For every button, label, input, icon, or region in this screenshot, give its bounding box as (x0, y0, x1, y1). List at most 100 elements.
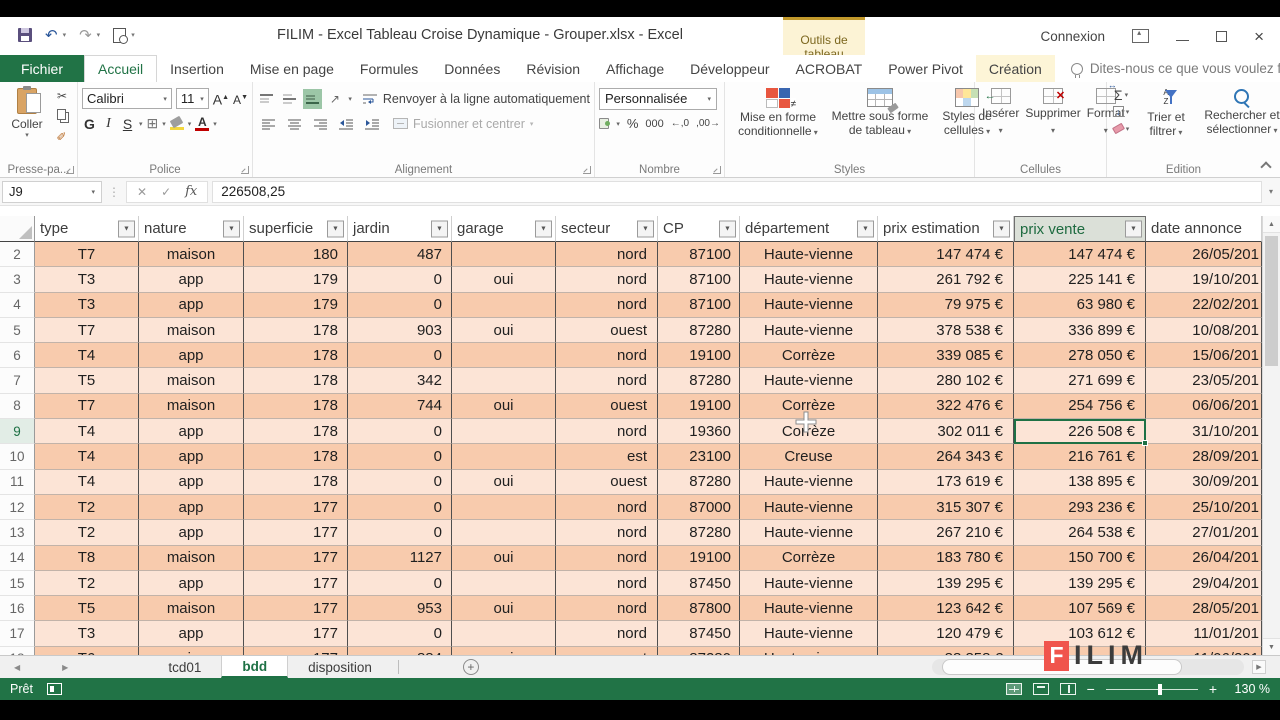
undo-button[interactable]: ↶ (45, 26, 58, 44)
find-select-button[interactable]: Rechercher et sélectionner (1197, 86, 1280, 138)
table-cell[interactable]: ouest (556, 646, 658, 655)
table-cell[interactable]: 177 (244, 621, 348, 647)
table-cell[interactable]: app (139, 469, 244, 495)
table-cell[interactable]: Haute-vienne (740, 570, 878, 597)
undo-caret-icon[interactable]: ▾ (63, 31, 67, 39)
align-right-button[interactable] (309, 114, 331, 134)
table-cell[interactable]: 87280 (658, 520, 740, 546)
tab-acrobat[interactable]: ACROBAT (783, 55, 876, 82)
table-cell[interactable] (452, 292, 556, 318)
table-cell[interactable]: 264 343 € (878, 444, 1014, 470)
table-cell[interactable]: maison (139, 545, 244, 571)
table-cell[interactable]: 23/05/201 (1146, 368, 1262, 394)
table-cell[interactable]: nord (556, 520, 658, 546)
percent-style-button[interactable]: % (627, 116, 639, 131)
table-cell[interactable]: 179 (244, 267, 348, 293)
tab-mise-en-page[interactable]: Mise en page (237, 55, 347, 82)
merge-center-button[interactable]: Fusionner et centrer ▾ (393, 117, 533, 131)
clipboard-dialog-launcher-icon[interactable] (66, 166, 74, 174)
underline-button[interactable]: S (120, 116, 135, 132)
table-cell[interactable]: 19100 (658, 545, 740, 571)
table-cell[interactable] (452, 368, 556, 394)
table-cell[interactable]: oui (452, 393, 556, 420)
tab-formules[interactable]: Formules (347, 55, 431, 82)
cancel-icon[interactable]: ✕ (137, 185, 147, 199)
table-cell[interactable]: 267 210 € (878, 520, 1014, 546)
table-cell[interactable]: 25/10/201 (1146, 494, 1262, 521)
column-header-prix-vente[interactable]: prix vente ▼ (1014, 216, 1146, 242)
table-cell[interactable]: 147 474 € (1014, 242, 1146, 268)
table-cell[interactable] (452, 419, 556, 445)
table-cell[interactable]: 226 508 € (1014, 419, 1148, 447)
table-cell[interactable]: 139 295 € (1014, 570, 1146, 597)
table-cell[interactable]: oui (452, 596, 556, 622)
column-header-département[interactable]: département ▼ (740, 216, 878, 242)
zoom-slider-thumb[interactable] (1157, 683, 1162, 695)
table-cell[interactable]: T2 (35, 570, 139, 597)
row-number[interactable]: 14 (0, 545, 35, 571)
table-cell[interactable]: 120 479 € (878, 621, 1014, 647)
table-cell[interactable]: 1127 (348, 545, 452, 571)
table-cell[interactable]: 178 (244, 317, 348, 344)
sheet-nav-left-icon[interactable]: ◀ (14, 663, 20, 672)
scroll-right-icon[interactable]: ▶ (1252, 660, 1266, 674)
table-cell[interactable]: 322 476 € (878, 393, 1014, 420)
table-cell[interactable]: 884 (348, 646, 452, 655)
table-cell[interactable]: 19100 (658, 343, 740, 369)
table-cell[interactable]: app (139, 292, 244, 318)
table-cell[interactable] (452, 242, 556, 268)
cut-button[interactable]: ✂ (52, 86, 72, 106)
column-header-garage[interactable]: garage ▼ (452, 216, 556, 242)
table-cell[interactable]: 280 102 € (878, 368, 1014, 394)
table-cell[interactable]: T4 (35, 419, 139, 445)
table-cell[interactable]: 06/06/201 (1146, 393, 1262, 420)
table-cell[interactable]: nord (556, 267, 658, 293)
tab-données[interactable]: Données (431, 55, 513, 82)
table-cell[interactable]: app (139, 520, 244, 546)
table-cell[interactable]: 19100 (658, 393, 740, 420)
borders-button[interactable]: ⊞ (147, 115, 159, 132)
align-left-button[interactable] (257, 114, 279, 134)
format-as-table-button[interactable]: Mettre sous forme de tableau (827, 86, 933, 139)
tab-révision[interactable]: Révision (513, 55, 593, 82)
table-cell[interactable]: app (139, 267, 244, 293)
sheet-nav-right-icon[interactable]: ▶ (62, 663, 68, 672)
table-cell[interactable]: 216 761 € (1014, 444, 1146, 470)
table-cell[interactable]: Corrèze (740, 545, 878, 571)
table-cell[interactable]: app (139, 419, 244, 445)
enter-icon[interactable]: ✓ (161, 185, 171, 199)
sheet-tab-bdd[interactable]: bdd (221, 656, 289, 678)
table-cell[interactable] (452, 444, 556, 470)
align-center-button[interactable] (283, 114, 305, 134)
filter-button[interactable]: ▼ (993, 220, 1010, 237)
row-number[interactable]: 5 (0, 317, 35, 344)
table-cell[interactable]: 302 011 € (878, 419, 1014, 445)
table-cell[interactable]: 11/06/201 (1146, 646, 1262, 655)
row-number[interactable]: 17 (0, 621, 35, 647)
table-cell[interactable]: 15/06/201 (1146, 343, 1262, 369)
insert-function-button[interactable]: fx (185, 184, 197, 199)
table-cell[interactable]: Haute-vienne (740, 242, 878, 268)
table-cell[interactable]: 10/08/201 (1146, 317, 1262, 344)
table-cell[interactable]: 88 858 € (878, 646, 1014, 655)
table-cell[interactable]: T3 (35, 621, 139, 647)
italic-button[interactable]: I (101, 116, 116, 132)
bold-button[interactable]: G (82, 116, 97, 132)
table-cell[interactable]: 177 (244, 520, 348, 546)
select-all-corner[interactable] (0, 216, 35, 242)
table-cell[interactable]: oui (452, 646, 556, 655)
font-dialog-launcher-icon[interactable] (241, 166, 249, 174)
align-top-button[interactable] (257, 89, 276, 109)
table-cell[interactable]: Haute-vienne (740, 494, 878, 521)
column-header-jardin[interactable]: jardin ▼ (348, 216, 452, 242)
redo-caret-icon[interactable]: ▾ (97, 31, 101, 39)
font-size-select[interactable]: 11 ▾ (175, 88, 209, 109)
table-cell[interactable]: 28/09/201 (1146, 444, 1262, 470)
table-cell[interactable]: Haute-vienne (740, 646, 878, 655)
delete-cells-button[interactable]: ✕ Supprimer (1022, 86, 1083, 138)
table-cell[interactable]: 342 (348, 368, 452, 394)
table-cell[interactable]: 87000 (658, 494, 740, 521)
filter-button[interactable]: ▼ (857, 220, 874, 237)
table-cell[interactable]: 87280 (658, 368, 740, 394)
table-cell[interactable]: Creuse (740, 444, 878, 470)
